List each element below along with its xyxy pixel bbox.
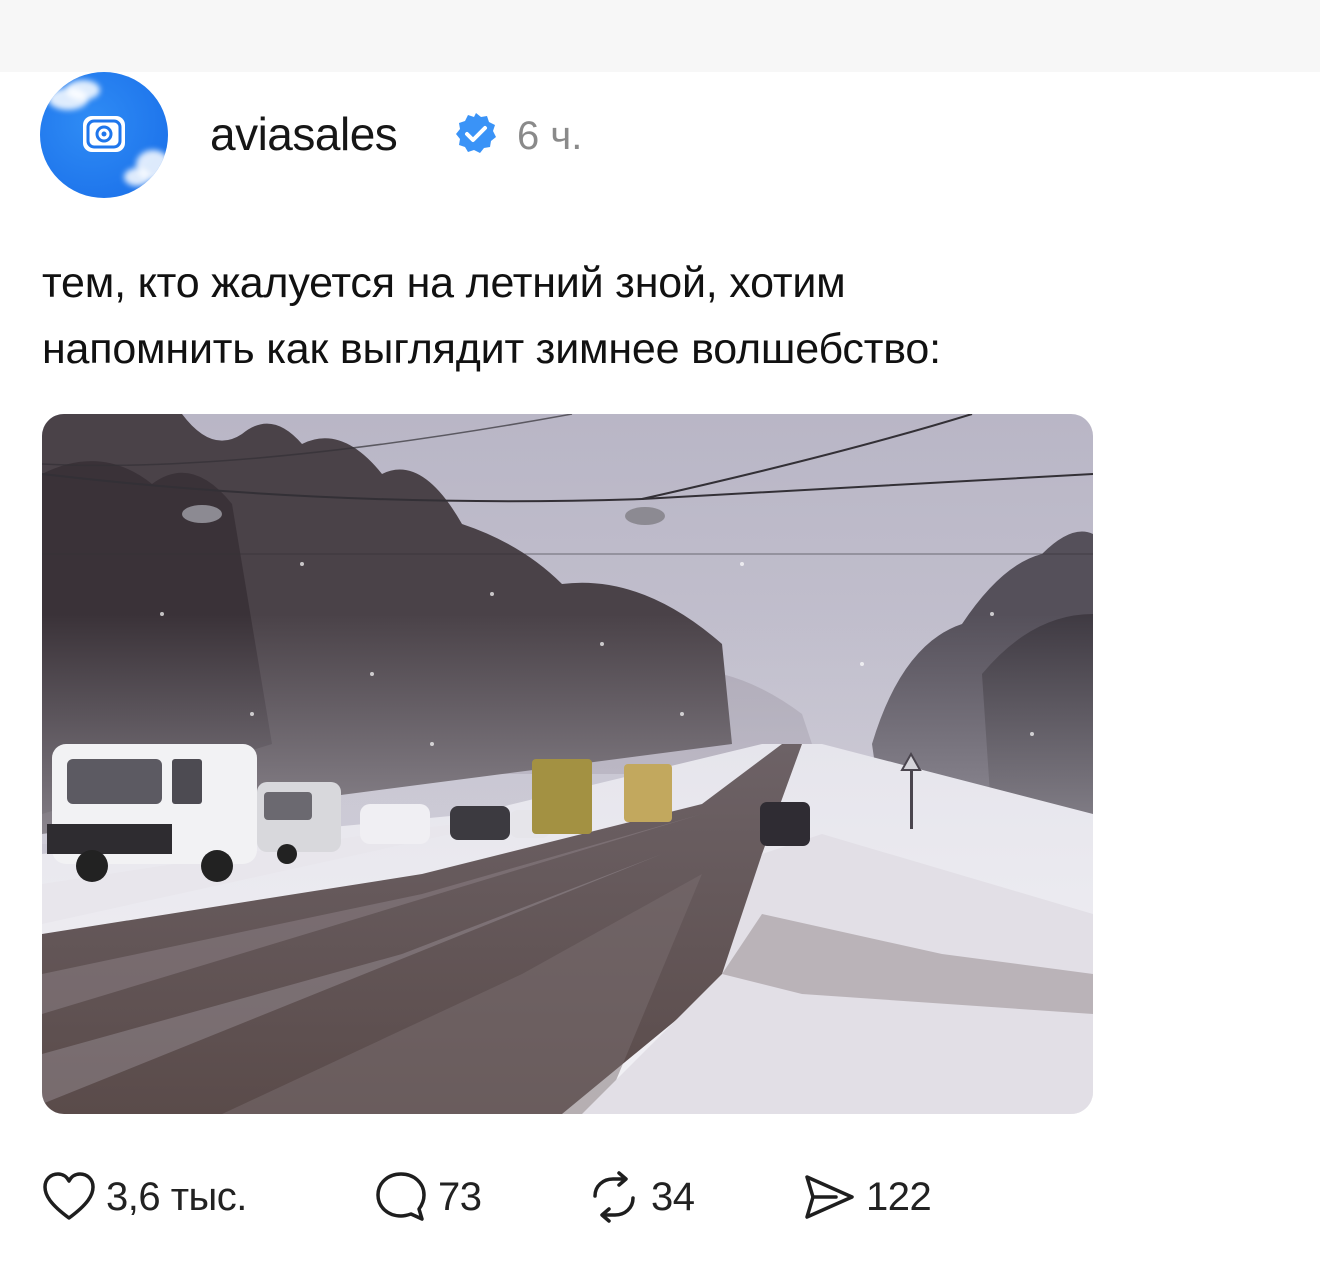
- comment-button[interactable]: 73: [372, 1162, 482, 1232]
- post-text: тем, кто жалуется на летний зной, хотим …: [42, 250, 1272, 382]
- post-image[interactable]: [42, 414, 1093, 1114]
- share-button[interactable]: 122: [800, 1162, 932, 1232]
- post-card: aviasales 6 ч. тем, кто жалуется на летн…: [0, 72, 1320, 1287]
- heart-icon: [40, 1168, 98, 1226]
- repost-arrows-icon: [585, 1168, 643, 1226]
- like-count: 3,6 тыс.: [106, 1174, 247, 1219]
- aviasales-logo-icon: [83, 116, 125, 152]
- like-button[interactable]: 3,6 тыс.: [40, 1162, 247, 1232]
- top-strip: [0, 0, 1320, 72]
- repost-count: 34: [651, 1174, 695, 1219]
- post-text-line: напомнить как выглядит зимнее волшебство…: [42, 325, 941, 373]
- post-actions: 3,6 тыс. 73 34 122: [0, 1162, 1320, 1232]
- repost-button[interactable]: 34: [585, 1162, 695, 1232]
- paper-plane-icon: [800, 1168, 858, 1226]
- snowy-road-photo: [42, 414, 1093, 1114]
- share-count: 122: [866, 1174, 932, 1219]
- post-time: 6 ч.: [517, 114, 583, 158]
- comment-count: 73: [438, 1174, 482, 1219]
- post-text-line: тем, кто жалуется на летний зной, хотим: [42, 259, 846, 307]
- author-avatar[interactable]: [40, 72, 168, 198]
- verified-badge-icon: [456, 113, 496, 153]
- author-username[interactable]: aviasales: [210, 106, 398, 162]
- comment-bubble-icon: [372, 1168, 430, 1226]
- parked-car: [257, 782, 341, 864]
- van: [47, 744, 257, 882]
